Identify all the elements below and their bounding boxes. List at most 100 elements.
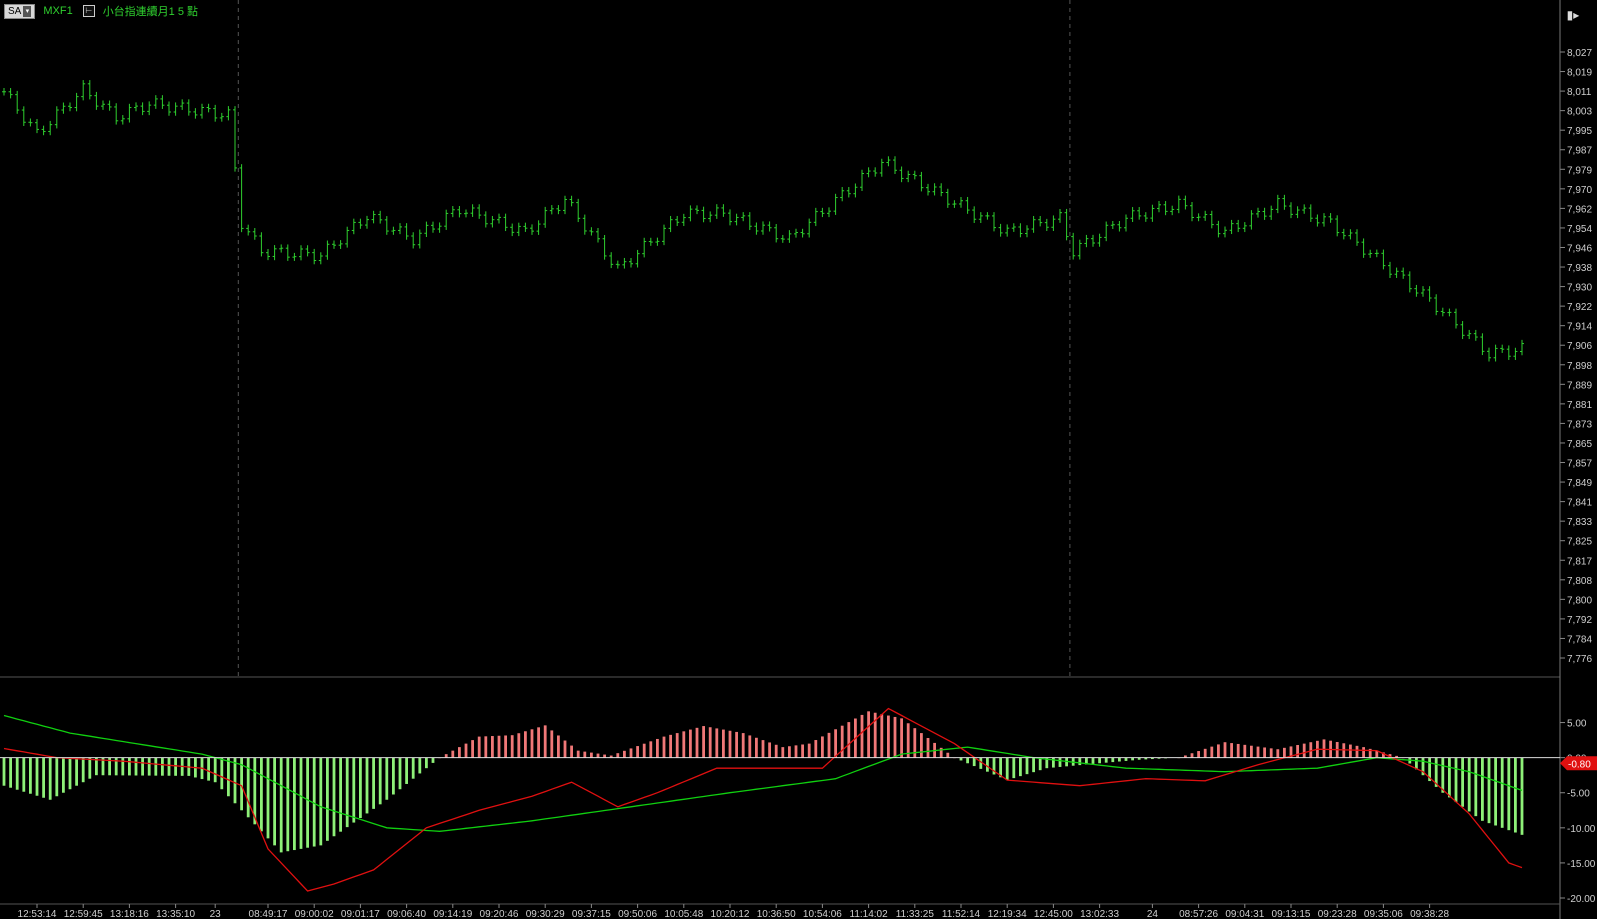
- price-tick-label: 7,946: [1567, 243, 1592, 254]
- time-tick-label: 09:06:40: [387, 909, 426, 919]
- price-bar: [602, 235, 607, 260]
- macd-hist-bar: [1210, 746, 1214, 758]
- macd-hist-bar: [656, 738, 659, 758]
- price-tick-label: 7,962: [1567, 204, 1592, 215]
- macd-hist-bar: [260, 757, 263, 832]
- macd-hist-bar: [715, 728, 719, 758]
- price-bar: [1203, 210, 1208, 221]
- macd-hist-bar: [405, 757, 408, 784]
- chart-title: 小台指連續月1 5 點: [102, 6, 199, 18]
- price-bar: [1077, 239, 1082, 260]
- macd-hist-bar: [682, 731, 686, 758]
- macd-hist-bar: [920, 733, 923, 758]
- macd-hist-bar: [1104, 757, 1108, 763]
- price-bar: [1467, 329, 1472, 340]
- macd-hist-bar: [801, 744, 804, 758]
- macd-hist-bar: [741, 733, 745, 758]
- price-bar: [1308, 204, 1313, 222]
- time-tick-label: 11:52:14: [942, 909, 981, 919]
- time-tick-label: 12:53:14: [18, 909, 57, 919]
- price-bar: [35, 118, 39, 134]
- macd-hist-bar: [510, 735, 514, 758]
- macd-hist-bar: [154, 757, 158, 776]
- price-bar: [371, 210, 376, 224]
- price-bar: [365, 215, 369, 229]
- price-tick-label: 7,922: [1567, 302, 1592, 313]
- price-tick-label: 7,914: [1567, 322, 1592, 333]
- chart-canvas[interactable]: 8,027 8,019 8,011 8,003 7,995 7,987 7,979 7,970…: [0, 0, 1597, 919]
- macd-hist-bar: [1005, 757, 1009, 781]
- price-bar: [134, 102, 138, 112]
- macd-hist-bar: [1441, 757, 1445, 793]
- macd-hist-bar: [55, 757, 59, 797]
- price-bar: [417, 229, 422, 249]
- macd-hist-bar: [246, 757, 250, 818]
- price-bar: [734, 213, 739, 226]
- price-bar: [1084, 234, 1089, 248]
- price-bar: [1401, 267, 1406, 279]
- price-tick-label: 7,979: [1567, 165, 1592, 176]
- macd-hist-bar: [616, 753, 620, 758]
- price-bar: [1025, 225, 1029, 238]
- indicator-toggle-icon[interactable]: ⊢: [82, 5, 95, 17]
- macd-hist-bar: [669, 734, 672, 758]
- macd-tick-label: -15.00: [1567, 859, 1596, 870]
- price-bar: [384, 216, 389, 235]
- macd-line: [3, 707, 1523, 892]
- macd-hist-bar: [550, 730, 554, 758]
- macd-hist-bar: [675, 733, 679, 758]
- session-breaks: [237, 0, 1071, 677]
- price-bar: [721, 204, 726, 217]
- macd-hist-bar: [590, 752, 593, 758]
- macd-hist-bar: [48, 757, 52, 800]
- sa-label: SA: [8, 5, 22, 17]
- price-bar: [648, 237, 653, 246]
- price-bar: [629, 257, 633, 268]
- price-bar: [299, 245, 303, 261]
- macd-hist-bar: [326, 757, 329, 841]
- macd-hist-bar: [821, 736, 824, 758]
- price-bar: [219, 112, 224, 122]
- price-bar: [1031, 215, 1036, 233]
- macd-hist-bar: [22, 757, 26, 792]
- macd-hist-bar: [1058, 757, 1062, 767]
- price-tick-label: 7,987: [1567, 146, 1592, 157]
- price-bar: [444, 209, 449, 230]
- macd-hist-bar: [286, 757, 290, 852]
- chevron-down-icon[interactable]: ▾: [23, 5, 32, 17]
- price-bar: [549, 205, 554, 215]
- time-tick-label: 09:23:28: [1318, 909, 1357, 919]
- price-bar: [1071, 232, 1076, 260]
- chart-header: SA ▾ MXF1 ⊢ 小台指連續月1 5 點: [4, 3, 198, 19]
- price-bar: [325, 240, 330, 260]
- macd-hist-bar: [42, 757, 45, 798]
- macd-hist-bar: [517, 733, 521, 758]
- macd-hist-bar: [807, 743, 811, 758]
- price-bar: [952, 200, 957, 208]
- macd-hist-bar: [834, 729, 837, 758]
- price-bar: [1269, 205, 1274, 220]
- price-tick-label: 7,881: [1567, 400, 1592, 411]
- price-bar: [68, 102, 72, 112]
- price-tick-label: 7,841: [1567, 498, 1592, 509]
- macd-hist-bar: [880, 714, 884, 758]
- macd-hist-bar: [88, 757, 92, 779]
- sa-button[interactable]: SA ▾: [4, 3, 36, 19]
- price-bar: [1427, 286, 1432, 302]
- macd-hist-bar: [768, 742, 771, 758]
- time-tick-label: 23: [210, 909, 222, 919]
- macd-hist-bar: [359, 757, 362, 818]
- price-tick-label: 7,817: [1567, 556, 1592, 567]
- price-tick-label: 7,930: [1567, 283, 1592, 294]
- price-bar: [312, 248, 317, 265]
- bar-split-icon[interactable]: ▮▸: [1566, 8, 1580, 22]
- price-bar: [107, 100, 112, 111]
- macd-hist-bar: [1302, 743, 1306, 758]
- macd-hist-bar: [1362, 747, 1365, 758]
- price-bar: [833, 193, 838, 215]
- price-tick-label: 7,833: [1567, 517, 1592, 528]
- macd-hist-bar: [946, 752, 950, 758]
- price-bar: [688, 205, 693, 222]
- price-bar: [1091, 234, 1095, 247]
- macd-hist-bar: [1052, 757, 1055, 768]
